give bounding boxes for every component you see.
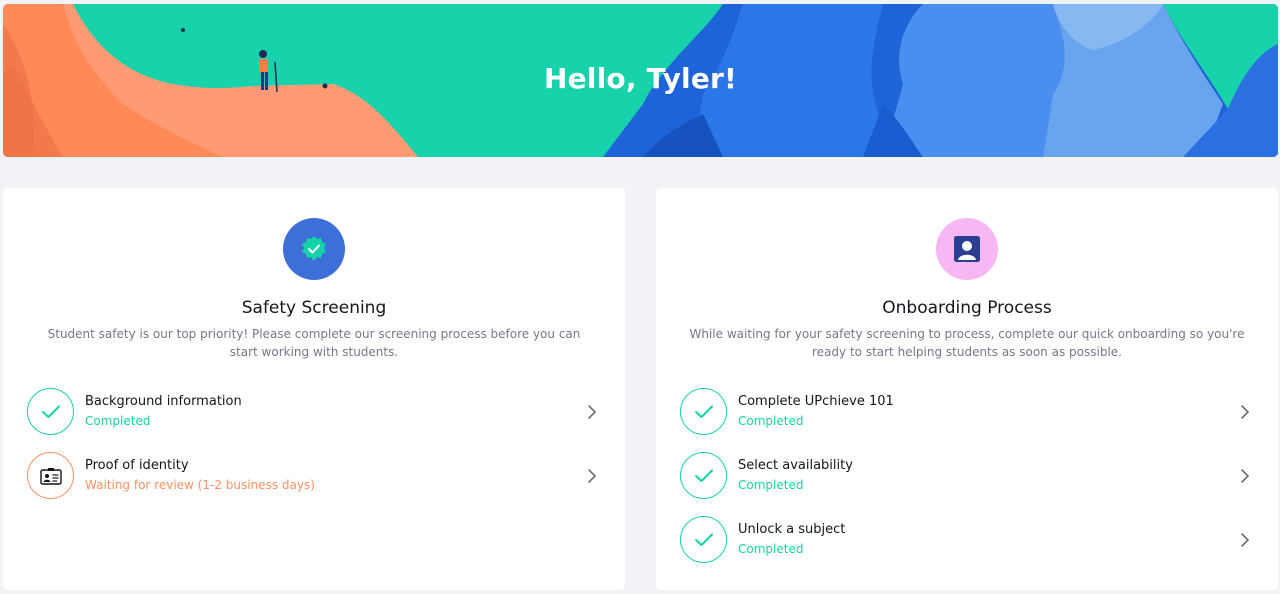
step-title: Complete UPchieve 101 (738, 394, 894, 409)
step-complete-upchieve-101[interactable]: Complete UPchieve 101 Completed (680, 388, 1254, 438)
step-select-availability[interactable]: Select availability Completed (680, 452, 1254, 502)
chevron-right-icon (1241, 469, 1249, 483)
chevron-right-icon (1241, 533, 1249, 547)
chevron-right-icon (588, 469, 596, 483)
chevron-right-icon (1241, 405, 1249, 419)
step-unlock-a-subject[interactable]: Unlock a subject Completed (680, 516, 1254, 566)
step-title: Select availability (738, 458, 853, 473)
step-title: Unlock a subject (738, 522, 846, 537)
step-title: Proof of identity (85, 458, 189, 473)
safety-screening-card: Safety Screening Student safety is our t… (3, 188, 625, 590)
step-status: Waiting for review (1-2 business days) (85, 478, 315, 492)
check-icon (680, 452, 727, 499)
card-description: While waiting for your safety screening … (689, 327, 1245, 359)
card-description: Student safety is our top priority! Plea… (47, 327, 581, 359)
step-proof-of-identity[interactable]: Proof of identity Waiting for review (1-… (27, 452, 601, 502)
greeting-title: Hello, Tyler! (543, 62, 738, 95)
step-title: Background information (85, 394, 242, 409)
user-portrait-icon (936, 218, 998, 280)
check-icon (680, 516, 727, 563)
step-status: Completed (85, 414, 151, 428)
step-status: Completed (738, 414, 804, 428)
chevron-right-icon (588, 405, 596, 419)
id-card-icon (27, 452, 74, 499)
step-status: Completed (738, 478, 804, 492)
check-icon (27, 388, 74, 435)
hero-banner: Hello, Tyler! (3, 4, 1278, 157)
step-status: Completed (738, 542, 804, 556)
verified-badge-icon (283, 218, 345, 280)
card-title: Onboarding Process (882, 298, 1052, 318)
step-background-information[interactable]: Background information Completed (27, 388, 601, 438)
onboarding-process-card: Onboarding Process While waiting for you… (656, 188, 1278, 590)
check-icon (680, 388, 727, 435)
card-title: Safety Screening (241, 298, 387, 318)
